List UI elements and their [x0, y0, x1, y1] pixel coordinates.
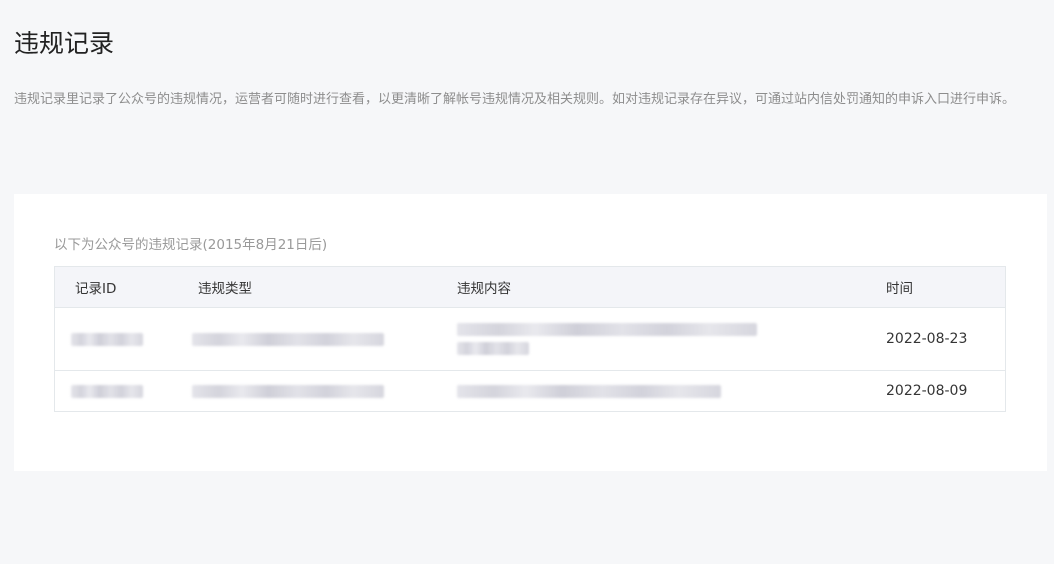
page-description: 违规记录里记录了公众号的违规情况，运营者可随时进行查看，以更清晰了解帐号违规情况…	[14, 92, 1016, 107]
redacted-violation-type	[192, 384, 384, 398]
record-id-cell	[55, 384, 192, 398]
redacted-content-line	[457, 323, 757, 336]
violation-content-cell	[457, 323, 871, 355]
redacted-content-line	[457, 342, 529, 355]
redacted-violation-type	[192, 332, 384, 346]
redacted-violation-content	[457, 384, 721, 398]
record-id-cell	[55, 332, 192, 346]
redacted-record-id	[71, 332, 143, 346]
table-caption: 以下为公众号的违规记录(2015年8月21日后)	[54, 237, 328, 253]
redacted-violation-content	[457, 323, 871, 355]
time-cell: 2022-08-23	[886, 331, 968, 347]
violation-type-cell	[192, 332, 457, 346]
page-title: 违规记录	[14, 29, 115, 58]
header-violation-type: 违规类型	[198, 281, 252, 297]
header-time: 时间	[886, 281, 913, 297]
violation-type-cell	[192, 384, 457, 398]
header-violation-content: 违规内容	[457, 281, 511, 297]
violation-record-card: 以下为公众号的违规记录(2015年8月21日后) 记录ID 违规类型 违规内容 …	[14, 194, 1047, 471]
redacted-record-id	[71, 384, 143, 398]
table-row: 2022-08-09	[55, 371, 1005, 411]
time-cell: 2022-08-09	[886, 383, 968, 399]
violation-record-table: 记录ID 违规类型 违规内容 时间 2022-08-23 2022-08-09	[54, 266, 1006, 412]
table-row: 2022-08-23	[55, 308, 1005, 371]
violation-content-cell	[457, 384, 871, 398]
table-header: 记录ID 违规类型 违规内容 时间	[55, 267, 1005, 308]
header-record-id: 记录ID	[75, 281, 117, 297]
